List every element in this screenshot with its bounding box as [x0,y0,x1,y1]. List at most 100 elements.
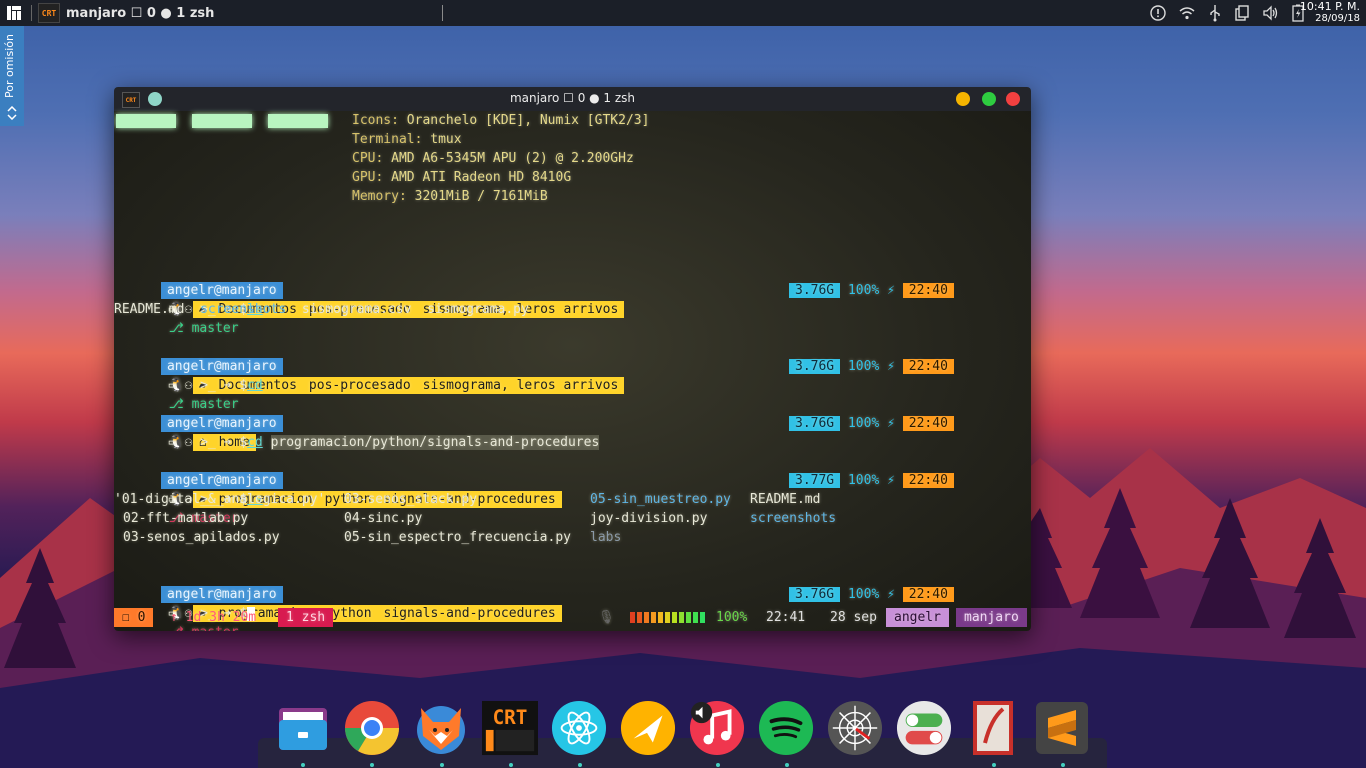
terminal-screen[interactable]: Icons: Oranchelo [KDE], Numix [GTK2/3] T… [114,111,1031,631]
prompt-line: ▭ ⚇ >_ ➔ $ls [114,471,263,507]
tmux-window-tab[interactable]: 1 zsh [278,608,334,627]
battery-level: 100% [847,473,880,488]
prompt-dollar: $ [239,435,248,450]
crt-label: CRT [493,706,528,729]
right-status: 3.77G 100% ⚡ 22:40 [789,472,954,489]
panel-separator [442,5,443,21]
sysinfo-line: GPU: AMD ATI Radeon HD 8410G [352,168,571,187]
spotify-icon [758,700,814,756]
window-title: manjaro ☐ 0 ● 1 zsh [509,91,636,105]
dock-music[interactable] [689,700,745,756]
arrows-icon [7,106,17,120]
sysinfo-value: AMD A6-5345M APU (2) @ 2.200GHz [391,151,634,166]
prompt-dollar: $ [239,378,248,393]
tmux-time: 22:41 [766,610,806,625]
toggle-icon [896,700,952,756]
git-icon: ⎇ [160,321,192,336]
dock-firefox[interactable] [413,700,469,756]
tmux-session[interactable]: ☐ 0 [114,608,154,627]
crt-icon: CRT [482,700,538,756]
dock-running-indicator [1061,763,1065,767]
sysinfo-key: Terminal: [352,132,423,147]
maximize-button[interactable] [982,92,996,106]
right-status: 3.76G 100% ⚡ 22:40 [789,586,954,603]
dock-spotify[interactable] [758,700,814,756]
list-cell: 03-senos_apilados.py [123,530,280,545]
prompt-line: ▭ ⚇ >_ ➔ $ls [114,281,263,317]
prompt-time: 22:40 [902,416,954,431]
dock-feedreader[interactable] [620,700,676,756]
list-cell: 04-sinc.py [344,511,423,526]
path-segment: pos-procesado [302,377,417,394]
tmux-uptime: ↑ 1d 3h 20m [170,610,257,625]
dock-files[interactable] [275,700,331,756]
clock-date: 28/09/18 [1315,13,1360,24]
sysinfo-key: Memory: [352,189,407,204]
clock[interactable]: 10:41 P. M. 28/09/18 [1300,1,1360,25]
prompt-line: angelr@manjaro 🐧 ▰ Documentos pos-procesad… [114,338,625,412]
path-segment: sismograma, leros arrivos [416,377,625,394]
monitor-icon: ▭ ⚇ >_ ➔ [160,435,240,450]
lightning-icon: ⚡ [887,283,895,298]
usb-icon[interactable] [1208,4,1222,22]
prompt-line: ▭ ⚇ >_ ➔ $cd programacion/python/signals… [114,414,600,450]
fox-icon [417,706,465,754]
list-cell: 02-fft-matlab.py [123,511,249,526]
prompt-time: 22:40 [902,473,954,488]
manjaro-logo-icon [7,6,21,20]
command: cd [247,378,263,393]
color-block [116,114,176,128]
task-title[interactable]: manjaro ☐ 0 ● 1 zsh [66,6,214,21]
dock-running-indicator [440,763,444,767]
alert-icon[interactable] [1150,5,1166,21]
dock-running-indicator [301,763,305,767]
list-cell: labs [590,530,622,545]
minimize-button[interactable] [956,92,970,106]
dock-web-spider[interactable] [827,700,883,756]
prompt-time: 22:40 [902,587,954,602]
battery-level: 100% [847,283,880,298]
dock-toggles[interactable] [896,700,952,756]
crt-task-icon[interactable]: CRT [38,3,60,23]
memory-usage: 3.76G [789,359,841,374]
memory-usage: 3.76G [789,587,841,602]
dock-cool-retro-term[interactable]: CRT [482,700,538,756]
command: cd [247,435,263,450]
dock-running-indicator [578,763,582,767]
sysinfo-value: tmux [430,132,462,147]
app-menu-button[interactable] [3,3,25,23]
dock-pdf-viewer[interactable] [965,700,1021,756]
top-panel: CRT manjaro ☐ 0 ● 1 zsh 10:41 P. M. 28/0… [0,0,1366,26]
list-cell: screenshots [750,511,837,526]
music-note-icon [689,700,745,756]
sysinfo-line: CPU: AMD A6-5345M APU (2) @ 2.200GHz [352,149,634,168]
prompt-line: ▭ ⚇ >_ ➔ $cd [114,357,263,393]
microphone-icon: 🎙 [598,610,615,625]
dock-running-indicator [716,763,720,767]
prompt-line: angelr@manjaro 🐧 ▰ programacion python sign… [114,452,562,526]
dock-atom[interactable] [551,700,607,756]
file-entry: sismograma.csv [301,302,412,317]
wifi-icon[interactable] [1178,5,1196,21]
dock-chromium[interactable] [344,700,400,756]
git-branch: master [191,321,239,336]
ls-output: README.md screenshots sismograma.csv sis… [114,300,529,319]
activity-side-tab[interactable]: Por omisión [0,26,24,126]
tmux-status-bar: ☐ 0 ↑ 1d 3h 20m 1 zsh 🎙 100% 22:41 28 se… [114,608,1031,627]
tmux-date: 28 sep [830,610,877,625]
memory-usage: 3.76G [789,416,841,431]
close-button[interactable] [1006,92,1020,106]
tmux-host: manjaro [956,608,1027,627]
sysinfo-value: 3201MiB / 7161MiB [414,189,548,204]
clipboard-icon[interactable] [1234,5,1250,21]
lightning-icon: ⚡ [887,473,895,488]
sysinfo-value: Oranchelo [KDE], Numix [GTK2/3] [406,113,650,128]
dock-sublime-text[interactable] [1034,700,1090,756]
sysinfo-line: Terminal: tmux [352,130,462,149]
sysinfo-key: Icons: [352,113,399,128]
prompt-line: angelr@manjaro 🐧 ⌂ home [114,395,283,451]
volume-icon[interactable] [1262,5,1280,21]
prompt-line: angelr@manjaro 🐧 ▰ Documentos pos-procesad… [114,262,625,336]
battery-level: 100% [847,359,880,374]
window-titlebar[interactable]: CRT manjaro ☐ 0 ● 1 zsh [114,87,1031,111]
